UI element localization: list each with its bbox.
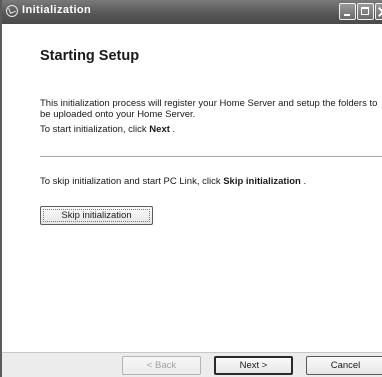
start-instruction-suffix: .: [169, 124, 176, 135]
skip-initialization-label: Skip initialization: [61, 210, 132, 221]
skip-instruction: To skip initialization and start PC Link…: [40, 176, 382, 187]
intro-text: This initialization process will registe…: [40, 98, 378, 120]
next-button[interactable]: Next >: [214, 356, 293, 375]
window-title: Initialization: [22, 4, 92, 16]
page-heading: Starting Setup: [40, 48, 140, 64]
start-instruction-prefix: To start initialization, click: [40, 124, 150, 135]
skip-instruction-suffix: .: [300, 176, 307, 187]
start-instruction-emphasis: Next: [149, 124, 170, 135]
skip-instruction-emphasis: Skip initialization: [223, 176, 301, 187]
skip-instruction-prefix: To skip initialization and start PC Link…: [40, 176, 224, 187]
title-bar[interactable]: Initialization: [2, 0, 382, 24]
divider: [40, 156, 382, 158]
maximize-icon[interactable]: [357, 3, 374, 20]
back-button[interactable]: < Back: [122, 356, 201, 375]
minimize-icon[interactable]: [339, 3, 356, 20]
close-icon[interactable]: [375, 3, 382, 20]
initialization-window: Initialization Starting Setup This initi…: [0, 0, 382, 377]
start-instruction: To start initialization, click Next .: [40, 124, 382, 135]
skip-initialization-button[interactable]: Skip initialization: [40, 206, 153, 225]
cancel-button[interactable]: Cancel: [306, 356, 382, 375]
setup-icon: [6, 5, 18, 17]
